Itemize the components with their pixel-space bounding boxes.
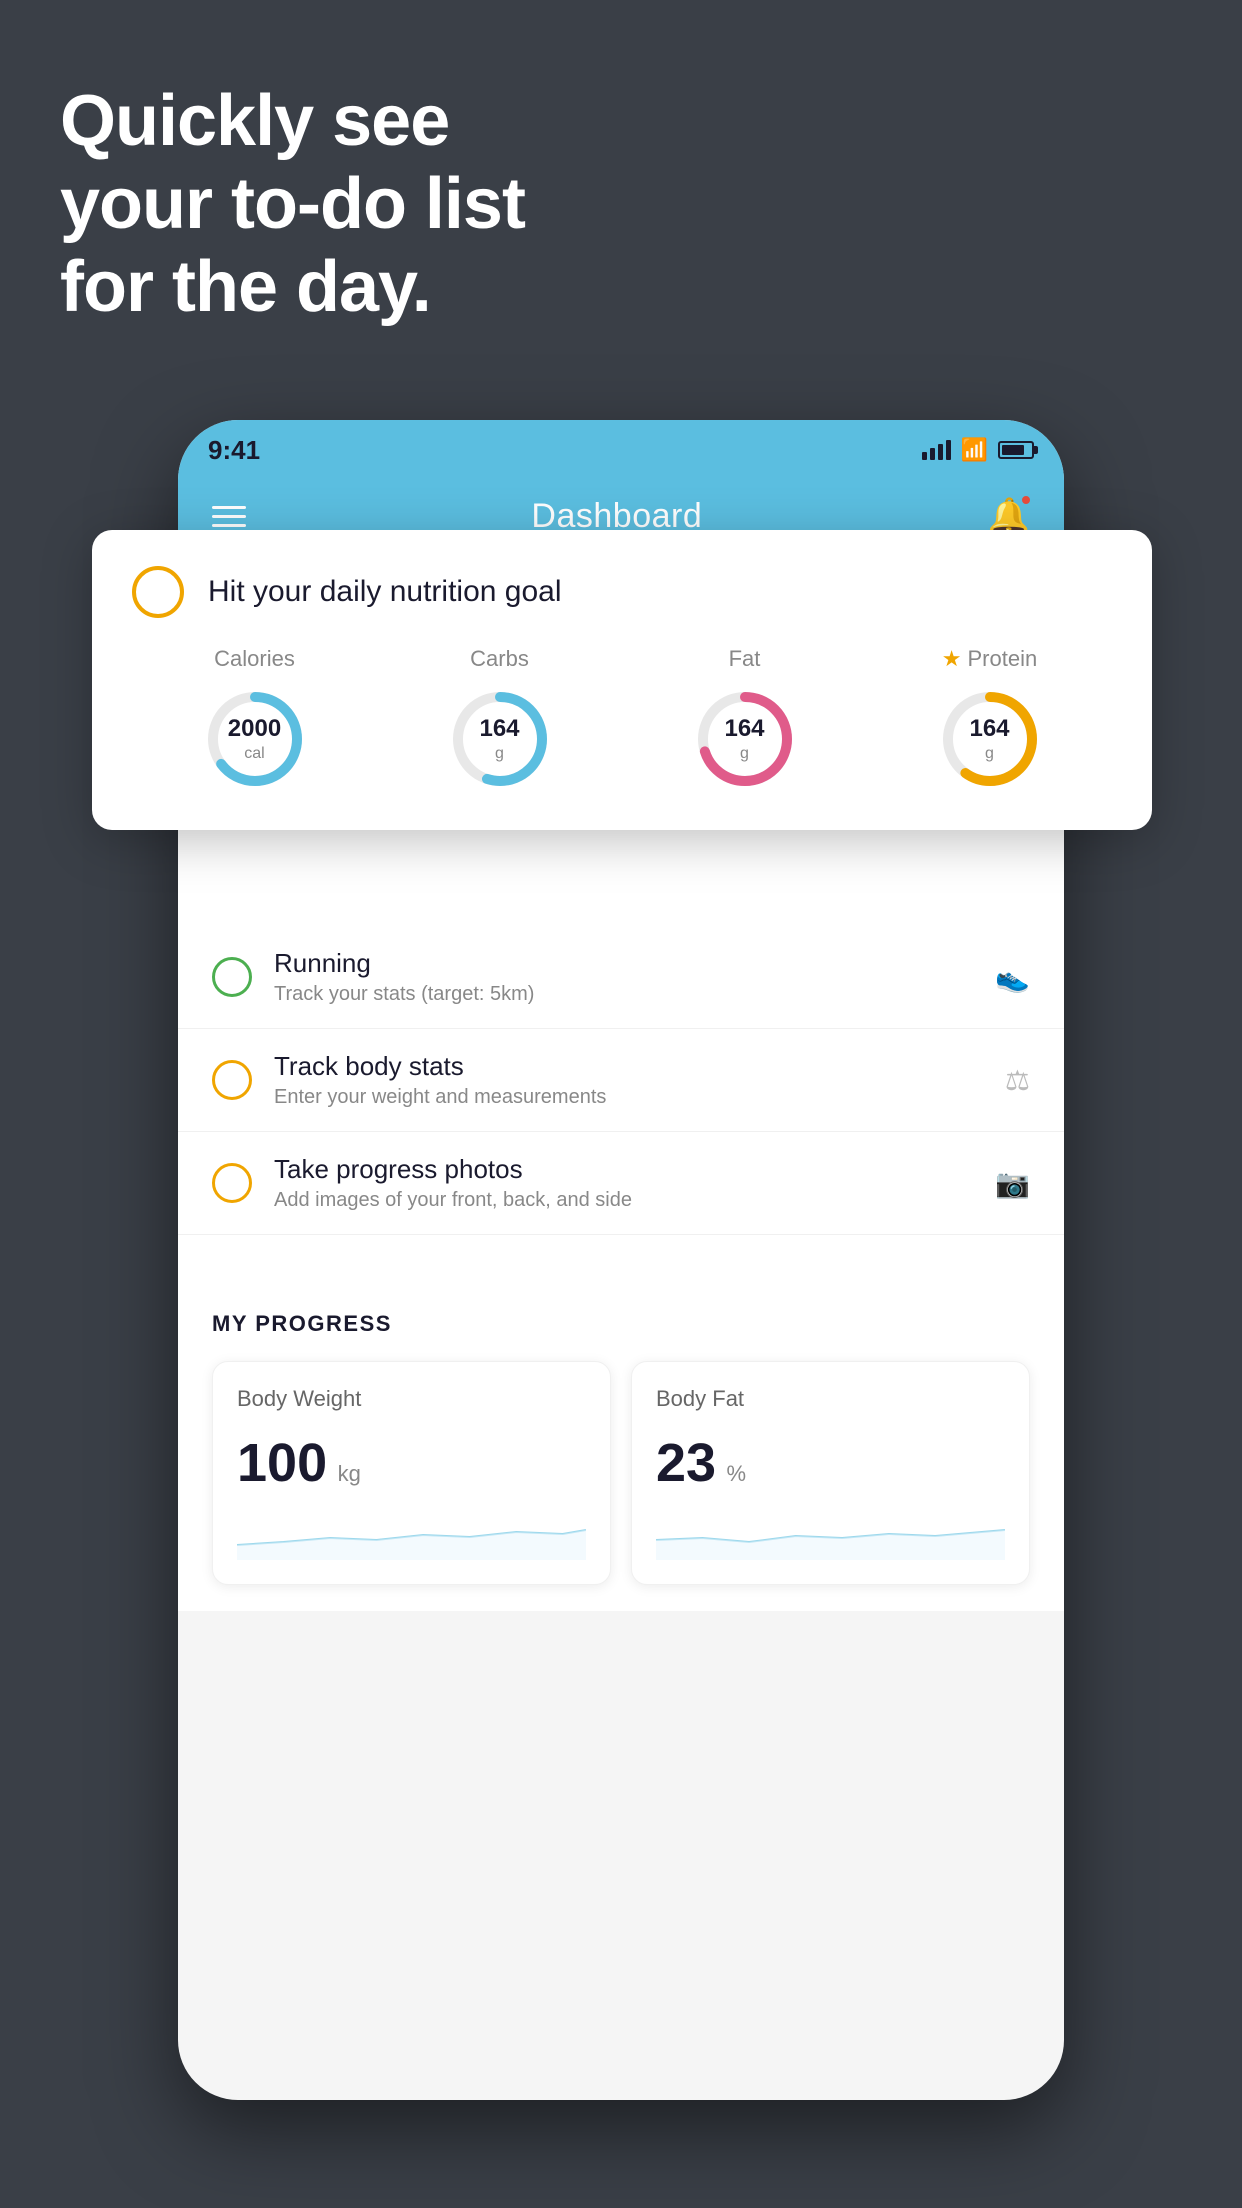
battery-icon <box>998 441 1034 459</box>
fat-donut: 164 g <box>690 684 800 794</box>
protein-label: ★ Protein <box>942 646 1037 672</box>
todo-subtitle: Enter your weight and measurements <box>274 1086 983 1109</box>
body-weight-card[interactable]: Body Weight 100 kg <box>212 1361 611 1585</box>
body-weight-value: 100 <box>237 1433 327 1493</box>
body-fat-chart <box>656 1510 1005 1560</box>
nutrition-checkbox[interactable] <box>132 566 184 618</box>
todo-title: Take progress photos <box>274 1154 973 1185</box>
calories-stat: Calories 2000 cal <box>200 646 310 794</box>
fat-stat: Fat 164 g <box>690 646 800 794</box>
nutrition-stats: Calories 2000 cal Carbs <box>132 646 1112 794</box>
body-fat-unit: % <box>727 1461 747 1486</box>
fat-label: Fat <box>729 646 761 672</box>
todo-checkbox[interactable] <box>212 957 252 997</box>
body-fat-card[interactable]: Body Fat 23 % <box>631 1361 1030 1585</box>
status-time: 9:41 <box>208 435 260 466</box>
carbs-stat: Carbs 164 g <box>445 646 555 794</box>
hero-line3: for the day. <box>60 246 525 329</box>
status-icons: 📶 <box>922 437 1034 463</box>
list-item[interactable]: Track body stats Enter your weight and m… <box>178 1029 1064 1132</box>
carbs-label: Carbs <box>470 646 529 672</box>
wifi-icon: 📶 <box>961 437 988 463</box>
card-title: Body Weight <box>237 1386 586 1412</box>
hero-text: Quickly see your to-do list for the day. <box>60 80 525 328</box>
progress-cards: Body Weight 100 kg Body Fat <box>212 1361 1030 1585</box>
todo-text: Running Track your stats (target: 5km) <box>274 948 973 1006</box>
nutrition-card: Hit your daily nutrition goal Calories 2… <box>92 530 1152 830</box>
shoe-icon: 👟 <box>995 961 1030 994</box>
fat-value: 164 <box>724 715 764 744</box>
scale-icon: ⚖ <box>1005 1064 1030 1097</box>
carbs-unit: g <box>479 744 519 763</box>
list-item[interactable]: Running Track your stats (target: 5km) 👟 <box>178 926 1064 1029</box>
nutrition-card-header: Hit your daily nutrition goal <box>132 566 1112 618</box>
camera-icon: 📷 <box>995 1167 1030 1200</box>
todo-checkbox[interactable] <box>212 1060 252 1100</box>
hero-line1: Quickly see <box>60 80 525 163</box>
card-value-row: 100 kg <box>237 1432 586 1494</box>
protein-value: 164 <box>969 715 1009 744</box>
carbs-value: 164 <box>479 715 519 744</box>
calories-label: Calories <box>214 646 295 672</box>
calories-unit: cal <box>228 744 281 763</box>
carbs-donut: 164 g <box>445 684 555 794</box>
protein-unit: g <box>969 744 1009 763</box>
menu-button[interactable] <box>212 506 246 527</box>
card-value-row: 23 % <box>656 1432 1005 1494</box>
hero-line2: your to-do list <box>60 163 525 246</box>
todo-list: Running Track your stats (target: 5km) 👟… <box>178 926 1064 1235</box>
list-item[interactable]: Take progress photos Add images of your … <box>178 1132 1064 1235</box>
signal-icon <box>922 440 951 460</box>
todo-subtitle: Track your stats (target: 5km) <box>274 983 973 1006</box>
body-fat-value: 23 <box>656 1433 716 1493</box>
todo-title: Running <box>274 948 973 979</box>
nutrition-card-title: Hit your daily nutrition goal <box>208 575 562 609</box>
calories-value: 2000 <box>228 715 281 744</box>
body-weight-unit: kg <box>338 1461 361 1486</box>
todo-text: Take progress photos Add images of your … <box>274 1154 973 1212</box>
protein-donut: 164 g <box>935 684 1045 794</box>
star-icon: ★ <box>942 646 962 672</box>
todo-title: Track body stats <box>274 1051 983 1082</box>
status-bar: 9:41 📶 <box>178 420 1064 480</box>
progress-section: MY PROGRESS Body Weight 100 kg <box>178 1285 1064 1611</box>
todo-checkbox[interactable] <box>212 1163 252 1203</box>
todo-subtitle: Add images of your front, back, and side <box>274 1189 973 1212</box>
calories-donut: 2000 cal <box>200 684 310 794</box>
progress-section-title: MY PROGRESS <box>212 1311 1030 1337</box>
fat-unit: g <box>724 744 764 763</box>
notification-badge <box>1020 494 1032 506</box>
protein-stat: ★ Protein 164 g <box>935 646 1045 794</box>
card-title: Body Fat <box>656 1386 1005 1412</box>
body-weight-chart <box>237 1510 586 1560</box>
todo-text: Track body stats Enter your weight and m… <box>274 1051 983 1109</box>
